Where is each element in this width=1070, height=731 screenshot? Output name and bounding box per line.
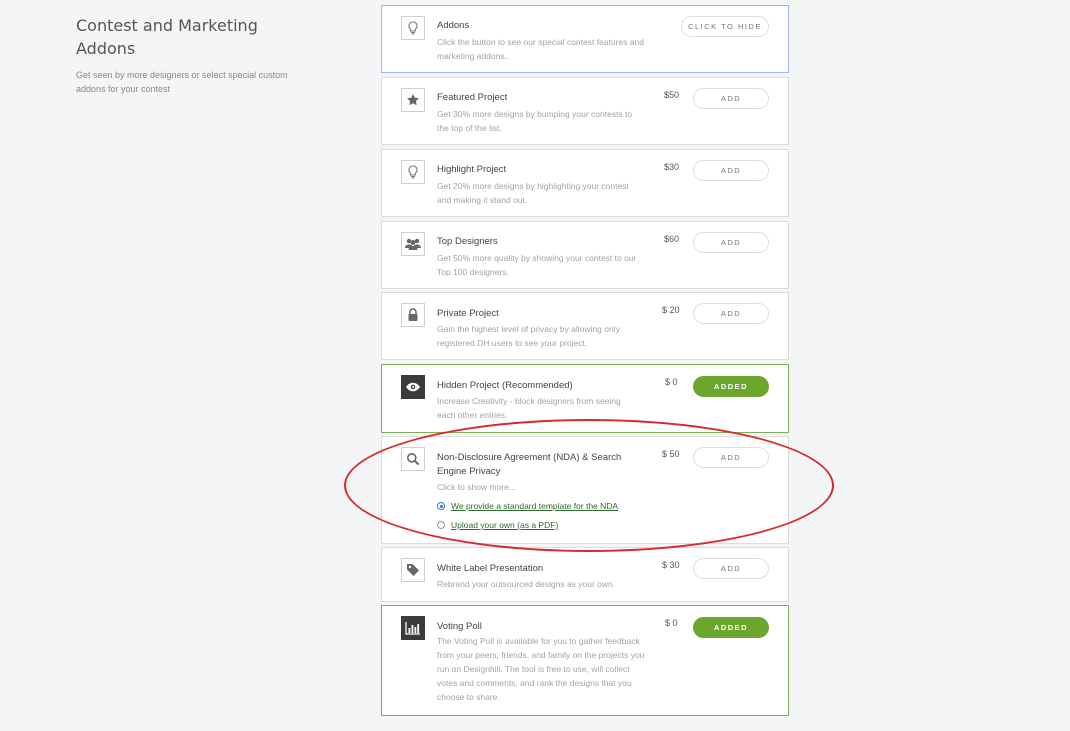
tag-icon — [401, 558, 425, 582]
addon-description: The Voting Poll is available for you to … — [437, 636, 645, 702]
click-to-hide-button[interactable]: CLICK TO HIDE — [681, 16, 769, 37]
search-icon — [401, 447, 425, 471]
lock-icon — [401, 303, 425, 327]
addon-title: Non-Disclosure Agreement (NDA) & Search … — [437, 452, 622, 477]
addon-title: White Label Presentation — [437, 563, 544, 574]
addon-price: $ 0 — [665, 377, 678, 387]
lightbulb-icon — [401, 160, 425, 184]
addon-card-nda: Non-Disclosure Agreement (NDA) & Search … — [381, 436, 789, 544]
addon-price: $ 30 — [662, 560, 680, 570]
radio-button[interactable] — [437, 502, 445, 510]
addon-card-featured-project: Featured Project Get 30% more designs by… — [381, 77, 789, 145]
nda-option-upload[interactable]: Upload your own (as a PDF) — [437, 520, 558, 530]
addon-price: $ 20 — [662, 305, 680, 315]
added-button[interactable]: ADDED — [693, 376, 769, 397]
addon-title: Featured Project — [437, 92, 508, 103]
addon-price: $30 — [664, 162, 680, 172]
addon-title: Voting Poll — [437, 621, 482, 632]
lightbulb-icon — [401, 16, 425, 40]
addon-title: Hidden Project (Recommended) — [437, 380, 573, 391]
nda-option-standard[interactable]: We provide a standard template for the N… — [437, 501, 618, 511]
addons-toggle-card: Addons Click the button to see our speci… — [381, 5, 789, 73]
add-button[interactable]: ADD — [693, 303, 769, 324]
addon-card-highlight-project: Highlight Project Get 20% more designs b… — [381, 149, 789, 217]
addon-card-voting-poll: Voting Poll The Voting Poll is available… — [381, 605, 789, 716]
addons-description: Click the button to see our special cont… — [437, 37, 644, 61]
addon-price: $ 0 — [665, 618, 678, 628]
addon-title: Highlight Project — [437, 164, 507, 175]
nda-option-label[interactable]: We provide a standard template for the N… — [451, 501, 618, 511]
section-intro: Contest and Marketing Addons Get seen by … — [76, 14, 316, 96]
users-icon — [401, 232, 425, 256]
addon-price: $60 — [664, 234, 680, 244]
eye-icon — [401, 375, 425, 399]
add-button[interactable]: ADD — [693, 232, 769, 253]
radio-button[interactable] — [437, 521, 445, 529]
nda-option-label[interactable]: Upload your own (as a PDF) — [451, 520, 558, 530]
addon-description: Increase Creativity - block designers fr… — [437, 396, 621, 420]
addon-price: $50 — [664, 90, 680, 100]
addon-description: Rebrand your outsourced designs as your … — [437, 579, 616, 589]
add-button[interactable]: ADD — [693, 558, 769, 579]
addon-card-private-project: Private Project Gain the highest level o… — [381, 292, 789, 360]
section-description: Get seen by more designers or select spe… — [76, 70, 288, 94]
addon-title: Top Designers — [437, 236, 498, 247]
bar-chart-icon — [401, 616, 425, 640]
addon-card-top-designers: Top Designers Get 50% more quality by sh… — [381, 221, 789, 289]
addon-description: Get 50% more quality by showing your con… — [437, 253, 637, 277]
add-button[interactable]: ADD — [693, 88, 769, 109]
addon-title: Private Project — [437, 308, 499, 319]
addons-title: Addons — [437, 20, 470, 31]
addon-card-white-label: White Label Presentation Rebrand your ou… — [381, 547, 789, 602]
addon-description: Get 20% more designs by highlighting you… — [437, 181, 629, 205]
addon-description: Click to show more... — [437, 482, 516, 492]
section-title: Contest and Marketing Addons — [76, 16, 258, 58]
addon-price: $ 50 — [662, 449, 680, 459]
added-button[interactable]: ADDED — [693, 617, 769, 638]
star-icon — [401, 88, 425, 112]
add-button[interactable]: ADD — [693, 447, 769, 468]
addon-description: Get 30% more designs by bumping your con… — [437, 109, 633, 133]
add-button[interactable]: ADD — [693, 160, 769, 181]
addon-card-hidden-project: Hidden Project (Recommended) Increase Cr… — [381, 364, 789, 433]
addon-description: Gain the highest level of privacy by all… — [437, 324, 620, 348]
